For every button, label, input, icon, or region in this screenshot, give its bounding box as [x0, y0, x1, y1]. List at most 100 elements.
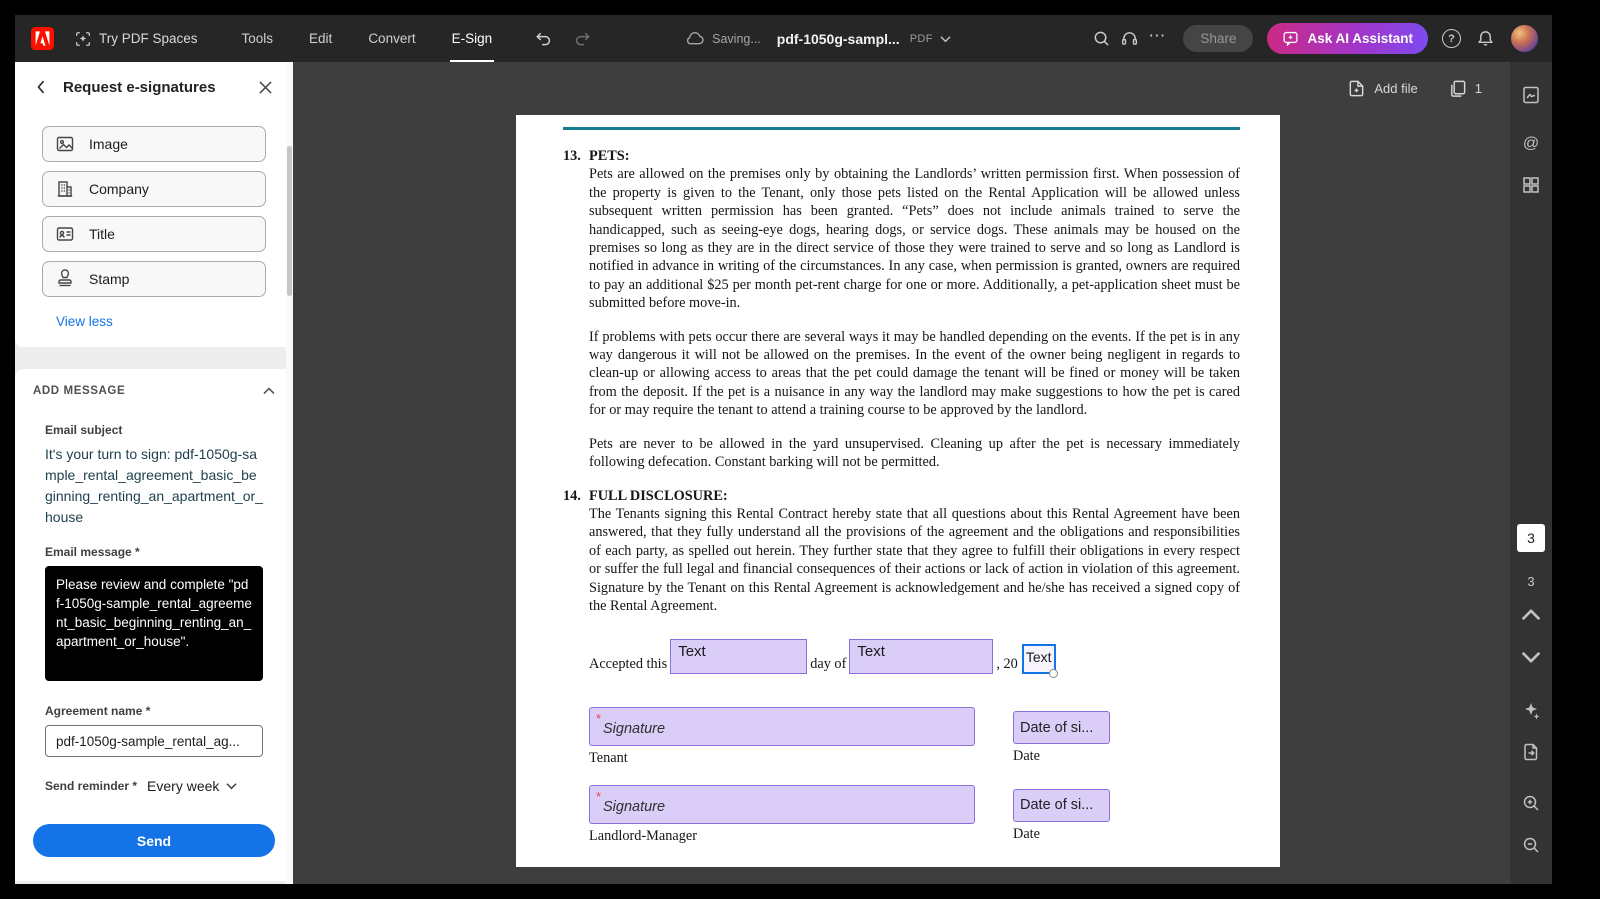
panel-header: Request e-signatures — [15, 62, 293, 112]
send-reminder-row: Send reminder * Every week — [45, 778, 263, 794]
field-button-stamp[interactable]: Stamp — [42, 261, 266, 297]
stamp-icon — [58, 269, 72, 287]
next-page-button[interactable] — [1516, 642, 1546, 672]
email-subject-value[interactable]: It's your turn to sign: pdf-1050g-sample… — [45, 444, 263, 528]
saving-label: Saving... — [712, 31, 761, 46]
back-button[interactable] — [29, 75, 53, 99]
bell-icon — [1477, 31, 1493, 46]
title-icon — [56, 227, 74, 241]
search-button[interactable] — [1087, 25, 1115, 53]
date-field-label: Date of si... — [1020, 797, 1094, 814]
date-caption: Date — [1013, 748, 1040, 765]
ai-assistant-icon — [1283, 31, 1298, 47]
teal-divider — [563, 127, 1240, 130]
field-button-label: Stamp — [89, 271, 130, 287]
notifications-button[interactable] — [1471, 25, 1499, 53]
email-message-label: Email message * — [45, 545, 140, 559]
ask-ai-label: Ask AI Assistant — [1307, 31, 1413, 46]
text-field-day[interactable]: Text — [670, 639, 808, 675]
chevron-up-icon — [263, 387, 275, 395]
chevron-down-icon — [226, 783, 237, 790]
close-panel-button[interactable] — [253, 75, 277, 99]
file-name: pdf-1050g-sampl... — [776, 30, 900, 47]
share-button[interactable]: Share — [1183, 25, 1254, 52]
more-options-button[interactable]: ⋯ — [1143, 25, 1171, 53]
grid-icon — [1523, 177, 1539, 193]
panel-title: Request e-signatures — [63, 78, 216, 96]
comments-button[interactable]: @ — [1516, 129, 1546, 159]
file-info[interactable]: pdf-1050g-sampl... PDF — [777, 31, 951, 47]
zoom-out-button[interactable] — [1516, 830, 1546, 860]
current-page-input[interactable]: 3 — [1517, 524, 1545, 552]
close-icon — [258, 80, 272, 94]
zoom-in-button[interactable] — [1516, 788, 1546, 818]
menu-edit[interactable]: Edit — [309, 15, 332, 62]
help-button[interactable]: ? — [1442, 29, 1461, 48]
chevron-down-icon — [1521, 651, 1541, 664]
email-message-field[interactable] — [45, 566, 263, 681]
agreement-name-label: Agreement name * — [45, 704, 151, 718]
text-field-month[interactable]: Text — [849, 639, 994, 675]
text-field-label: Text — [857, 643, 885, 661]
field-button-company[interactable]: Company — [42, 171, 266, 207]
document-toolbar: Add file 1 — [1347, 62, 1510, 115]
page-copies-button[interactable]: 1 — [1448, 79, 1482, 98]
export-document-button[interactable] — [1516, 737, 1546, 767]
page-copies-count: 1 — [1474, 81, 1482, 96]
panel-section-gap — [15, 347, 293, 369]
total-pages-label: 3 — [1527, 574, 1535, 589]
add-message-header[interactable]: ADD MESSAGE — [33, 385, 275, 397]
pdf-spaces-icon — [76, 31, 90, 46]
field-button-label: Company — [89, 181, 149, 197]
tenant-signature-field[interactable]: * Signature — [589, 707, 975, 747]
image-icon — [56, 136, 74, 152]
email-subject-label: Email subject — [45, 423, 123, 437]
ai-tools-button[interactable] — [1516, 696, 1546, 726]
chevron-left-icon — [37, 80, 45, 94]
date-caption: Date — [1013, 825, 1040, 842]
view-less-link[interactable]: View less — [56, 314, 113, 329]
ask-ai-assistant-button[interactable]: Ask AI Assistant — [1267, 23, 1428, 54]
headset-icon — [1121, 32, 1137, 45]
accepted-prefix-text: Accepted this — [589, 655, 668, 672]
esign-panel-toggle-button[interactable] — [1516, 80, 1546, 110]
menu-tools[interactable]: Tools — [242, 15, 274, 62]
page-thumbnails-button[interactable] — [1516, 170, 1546, 200]
main-menu: Tools Edit Convert E-Sign — [242, 15, 494, 62]
section-13-number: 13. — [563, 148, 581, 164]
support-button[interactable] — [1115, 25, 1143, 53]
send-reminder-dropdown[interactable]: Every week — [147, 778, 237, 794]
landlord-date-field[interactable]: Date of si... — [1013, 788, 1110, 822]
tenant-date-field[interactable]: Date of si... — [1013, 711, 1110, 745]
landlord-signature-field[interactable]: * Signature — [589, 784, 975, 824]
document-export-icon — [1524, 743, 1538, 761]
send-reminder-label: Send reminder * — [45, 779, 138, 793]
previous-page-button[interactable] — [1516, 600, 1546, 630]
zoom-out-icon — [1523, 837, 1539, 853]
panel-scrollbar[interactable] — [286, 62, 293, 884]
resize-handle[interactable] — [1048, 669, 1058, 679]
field-button-title[interactable]: Title — [42, 216, 266, 252]
field-button-image[interactable]: Image — [42, 126, 266, 162]
add-file-button[interactable]: Add file — [1347, 79, 1418, 98]
panel-scrollbar-thumb[interactable] — [287, 146, 292, 296]
undo-button[interactable] — [534, 29, 553, 48]
try-pdf-spaces-button[interactable]: Try PDF Spaces — [74, 30, 198, 48]
add-message-card: ADD MESSAGE Email subject It's your turn… — [15, 369, 293, 881]
pages-icon — [1450, 80, 1466, 97]
send-button[interactable]: Send — [33, 824, 275, 857]
acrobat-logo-icon[interactable] — [31, 27, 54, 50]
document-canvas: Add file 1 13. PETS: Pets are allowed on … — [293, 62, 1510, 884]
signature-field-label: Signature — [603, 798, 666, 815]
avatar[interactable] — [1511, 25, 1538, 52]
text-field-year-selected[interactable]: Text — [1021, 644, 1058, 679]
menu-convert[interactable]: Convert — [368, 15, 415, 62]
section-13-paragraph-3: Pets are never to be allowed in the yard… — [589, 435, 1240, 471]
agreement-name-field[interactable] — [45, 725, 263, 757]
menu-esign[interactable]: E-Sign — [449, 15, 494, 62]
try-pdf-spaces-label: Try PDF Spaces — [99, 31, 198, 46]
redo-button[interactable] — [573, 29, 592, 48]
sparkle-icon — [1525, 703, 1540, 720]
accepted-date-line: Accepted this Text day of Text , 20 Text — [589, 639, 1240, 679]
save-status: Saving... — [684, 31, 761, 46]
